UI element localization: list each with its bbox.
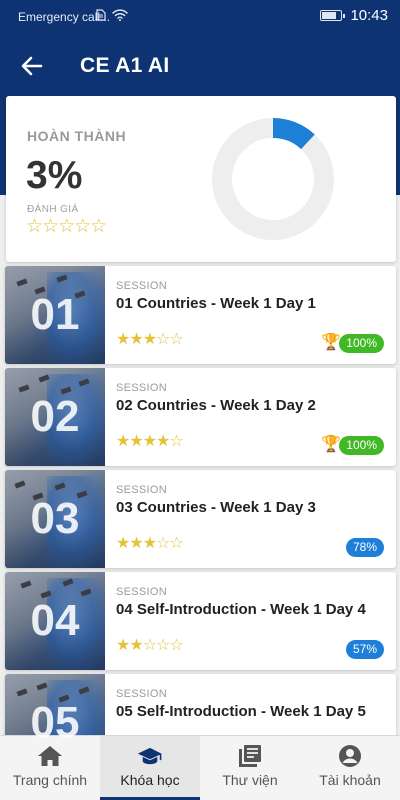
session-card-01[interactable]: 01 SESSION 01 Countries - Week 1 Day 1 ★… <box>5 266 396 364</box>
library-icon <box>237 744 263 768</box>
progress-badge: 100% <box>339 334 384 353</box>
trophy-icon: 🏆 <box>321 334 341 351</box>
session-title: 02 Countries - Week 1 Day 2 <box>116 397 316 414</box>
graduation-cap-icon <box>137 744 163 768</box>
session-number: 01 <box>30 290 80 339</box>
session-number: 04 <box>30 596 80 645</box>
session-title: 03 Countries - Week 1 Day 3 <box>116 499 316 516</box>
trophy-icon: 🏆 <box>321 436 341 453</box>
arrow-left-icon <box>21 56 43 76</box>
session-label: SESSION <box>116 382 168 394</box>
session-thumbnail: 01 <box>5 266 105 364</box>
session-label: SESSION <box>116 484 168 496</box>
session-card-04[interactable]: 04 SESSION 04 Self-Introduction - Week 1… <box>5 572 396 670</box>
session-rating-stars: ★★★☆☆ <box>116 331 184 348</box>
session-number: 02 <box>30 392 80 441</box>
session-thumbnail: 04 <box>5 572 105 670</box>
session-title: 04 Self-Introduction - Week 1 Day 4 <box>116 601 366 618</box>
progress-badge: 78% <box>345 538 384 557</box>
nav-label: Thư viện <box>222 772 278 788</box>
session-title: 05 Self-Introduction - Week 1 Day 5 <box>116 703 366 720</box>
session-number: 05 <box>30 698 80 747</box>
session-rating-stars: ★★☆☆☆ <box>116 637 184 654</box>
battery-icon <box>320 10 346 21</box>
course-summary-card: HOÀN THÀNH 3% ĐÁNH GIÁ ☆☆☆☆☆ <box>6 96 396 262</box>
session-rating-stars: ★★★☆☆ <box>116 535 184 552</box>
progress-badge: 57% <box>345 640 384 659</box>
session-label: SESSION <box>116 688 168 700</box>
rating-label: ĐÁNH GIÁ <box>27 204 79 215</box>
session-thumbnail: 03 <box>5 470 105 568</box>
donut-progress-arc <box>272 118 315 150</box>
status-right: 10:43 <box>320 7 388 24</box>
status-bar: Emergency call... 10:43 <box>0 0 400 34</box>
session-label: SESSION <box>116 280 168 292</box>
wifi-icon <box>112 9 128 21</box>
nav-item-library[interactable]: Thư viện <box>200 736 300 800</box>
status-icons <box>96 9 128 21</box>
rating-stars: ☆☆☆☆☆ <box>26 216 107 237</box>
session-title: 01 Countries - Week 1 Day 1 <box>116 295 316 312</box>
app-bar: CE A1 AI <box>0 40 400 92</box>
session-card-03[interactable]: 03 SESSION 03 Countries - Week 1 Day 3 ★… <box>5 470 396 568</box>
page-title: CE A1 AI <box>80 54 170 77</box>
session-label: SESSION <box>116 586 168 598</box>
completion-donut-chart <box>212 118 334 240</box>
nav-label: Trang chính <box>12 772 88 788</box>
completion-label: HOÀN THÀNH <box>27 128 127 144</box>
progress-badge: 100% <box>339 436 384 455</box>
nav-label: Tài khoản <box>319 772 381 788</box>
nav-item-courses[interactable]: Khóa học <box>100 736 200 800</box>
session-thumbnail: 02 <box>5 368 105 466</box>
session-thumbnail: 05 <box>5 674 105 772</box>
donut-track <box>212 118 334 240</box>
session-card-02[interactable]: 02 SESSION 02 Countries - Week 1 Day 2 ★… <box>5 368 396 466</box>
back-button[interactable] <box>14 48 50 84</box>
completion-percent: 3% <box>26 154 83 197</box>
nav-item-account[interactable]: Tài khoản <box>300 736 400 800</box>
session-number: 03 <box>30 494 80 543</box>
clock-text: 10:43 <box>350 7 388 24</box>
session-rating-stars: ★★★★☆ <box>116 433 184 450</box>
sim-icon <box>96 9 106 21</box>
nav-label: Khóa học <box>120 772 180 788</box>
account-icon <box>337 744 363 768</box>
